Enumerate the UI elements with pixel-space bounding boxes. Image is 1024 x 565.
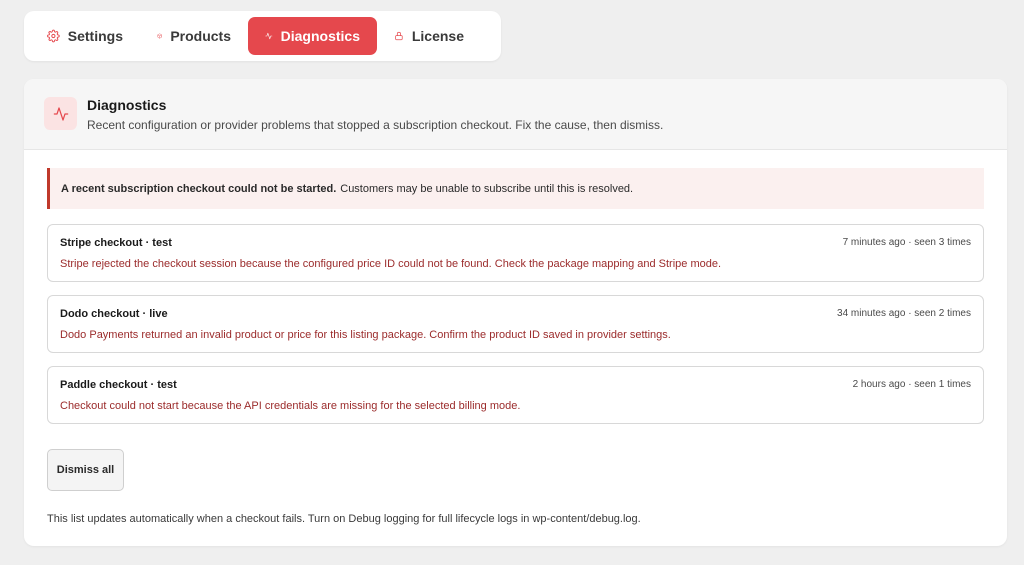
issue-title: Dodo checkout · live	[60, 308, 168, 320]
tab-settings[interactable]: Settings	[30, 17, 140, 55]
alert-headline: A recent subscription checkout could not…	[61, 182, 337, 195]
tab-products[interactable]: Products	[140, 17, 248, 55]
issue-title: Paddle checkout · test	[60, 379, 177, 391]
issue-message: Dodo Payments returned an invalid produc…	[60, 329, 671, 341]
activity-icon	[265, 32, 273, 40]
diagnostics-panel: Diagnostics Recent configuration or prov…	[24, 79, 1007, 546]
tab-license[interactable]: License	[377, 17, 481, 55]
panel-title: Diagnostics	[87, 97, 167, 113]
tab-diagnostics[interactable]: Diagnostics	[248, 17, 377, 55]
alert-text: Customers may be unable to subscribe unt…	[340, 182, 634, 195]
tab-diagnostics-label: Diagnostics	[280, 28, 360, 44]
panel-subtitle: Recent configuration or provider problem…	[87, 118, 664, 132]
issue-message: Checkout could not start because the API…	[60, 400, 521, 412]
panel-header: Diagnostics Recent configuration or prov…	[24, 79, 1007, 150]
issue-card: Paddle checkout · test 2 hours ago · see…	[47, 366, 984, 424]
issue-card: Stripe checkout · test 7 minutes ago · s…	[47, 224, 984, 282]
issue-meta: 2 hours ago · seen 1 times	[852, 379, 971, 390]
panel-icon-badge	[44, 97, 77, 130]
tab-license-label: License	[411, 28, 464, 44]
lock-icon	[395, 32, 403, 41]
tab-products-label: Products	[170, 28, 231, 44]
tab-settings-label: Settings	[67, 28, 123, 44]
tab-bar: Settings Products Diagnostics License	[24, 11, 501, 61]
activity-icon	[53, 106, 68, 121]
issue-card: Dodo checkout · live 34 minutes ago · se…	[47, 295, 984, 353]
issue-title: Stripe checkout · test	[60, 237, 172, 249]
box-icon	[157, 33, 162, 39]
gear-icon	[47, 29, 60, 43]
issue-meta: 34 minutes ago · seen 2 times	[837, 308, 971, 319]
dismiss-all-button[interactable]: Dismiss all	[47, 449, 124, 491]
issue-meta: 7 minutes ago · seen 3 times	[842, 237, 971, 248]
issue-message: Stripe rejected the checkout session bec…	[60, 258, 722, 270]
footnote: This list updates automatically when a c…	[47, 513, 641, 525]
warning-alert: A recent subscription checkout could not…	[47, 168, 984, 209]
